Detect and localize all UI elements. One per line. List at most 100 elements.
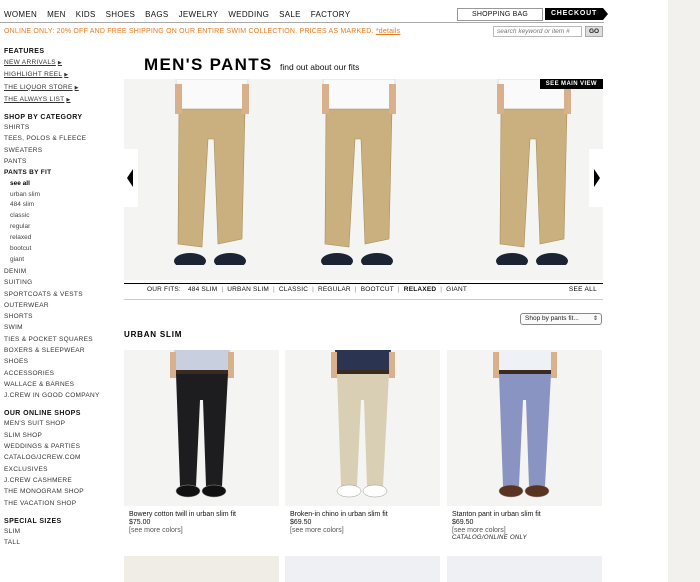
fit-bootcut[interactable]: bootcut — [4, 244, 114, 255]
hero-models-image — [174, 79, 571, 270]
feature-highlight-reel[interactable]: HIGHLIGHT REEL ▶ — [4, 69, 114, 81]
fit-urban-slim[interactable]: urban slim — [4, 190, 114, 201]
product-model-figure — [170, 350, 234, 498]
carousel-next-arrow-icon[interactable] — [589, 149, 603, 207]
see-more-colors-link[interactable]: [see more colors] — [124, 527, 279, 534]
page: WOMEN MEN KIDS SHOES BAGS JEWELRY WEDDIN… — [0, 0, 668, 582]
shop-suit[interactable]: MEN'S SUIT SHOP — [4, 418, 114, 429]
fit-see-all[interactable]: see all — [4, 179, 114, 190]
product-name[interactable]: Bowery cotton twill in urban slim fit — [124, 511, 279, 518]
cat-outerwear[interactable]: OUTERWEAR — [4, 300, 114, 311]
cat-shirts[interactable]: SHIRTS — [4, 122, 114, 133]
feature-new-arrivals[interactable]: NEW ARRIVALS ▶ — [4, 57, 114, 69]
shop-by-fit-select[interactable]: Shop by pants fit... ⇕ — [520, 313, 602, 325]
product-model-figure — [331, 350, 395, 498]
cat-swim[interactable]: SWIM — [4, 322, 114, 333]
next-row-product-image[interactable] — [447, 556, 602, 582]
cat-ties[interactable]: TIES & POCKET SQUARES — [4, 334, 114, 345]
see-more-colors-link[interactable]: [see more colors] — [447, 527, 602, 534]
cat-sportcoats[interactable]: SPORTCOATS & VESTS — [4, 289, 114, 300]
top-nav: WOMEN MEN KIDS SHOES BAGS JEWELRY WEDDIN… — [0, 0, 668, 22]
product-card[interactable]: Broken-in chino in urban slim fit $69.50… — [285, 350, 440, 534]
cat-in-good-company[interactable]: J.CREW IN GOOD COMPANY — [4, 390, 114, 401]
category-heading: SHOP BY CATEGORY — [4, 114, 83, 122]
pants-by-fit-heading: PANTS BY FIT — [4, 169, 52, 177]
fit-link-bootcut[interactable]: BOOTCUT — [361, 286, 394, 293]
cat-sweaters[interactable]: SWEATERS — [4, 145, 114, 156]
shop-catalog[interactable]: CATALOG/JCREW.COM — [4, 452, 114, 463]
see-all-link[interactable]: SEE ALL — [569, 286, 597, 293]
fits-bar: OUR FITS: 484 SLIM | URBAN SLIM | CLASSIC |… — [124, 283, 603, 295]
nav-kids[interactable]: KIDS — [76, 10, 96, 19]
shop-exclusives[interactable]: EXCLUSIVES — [4, 464, 114, 475]
cat-accessories[interactable]: ACCESSORIES — [4, 368, 114, 379]
feature-liquor-store[interactable]: THE LIQUOR STORE ▶ — [4, 82, 114, 94]
product-image[interactable] — [124, 350, 279, 506]
section-title: URBAN SLIM — [124, 330, 183, 339]
product-image[interactable] — [285, 350, 440, 506]
cat-wallace-barnes[interactable]: WALLACE & BARNES — [4, 379, 114, 390]
product-price: $69.50 — [290, 519, 312, 526]
fit-link-classic[interactable]: CLASSIC — [279, 286, 308, 293]
fit-link-relaxed[interactable]: RELAXED — [404, 286, 436, 293]
nav-bags[interactable]: BAGS — [145, 10, 168, 19]
nav-shoes[interactable]: SHOES — [106, 10, 136, 19]
cat-tees[interactable]: TEES, POLOS & FLEECE — [4, 133, 114, 144]
product-name[interactable]: Broken-in chino in urban slim fit — [285, 511, 440, 518]
product-card[interactable]: Stanton pant in urban slim fit $69.50 [s… — [447, 350, 602, 541]
arrow-right-icon: ▶ — [66, 96, 71, 103]
promo-details-link[interactable]: *details — [376, 28, 401, 35]
nav-women[interactable]: WOMEN — [4, 10, 37, 19]
fit-link-urban-slim[interactable]: URBAN SLIM — [227, 286, 269, 293]
cat-boxers[interactable]: BOXERS & SLEEPWEAR — [4, 345, 114, 356]
cat-suiting[interactable]: SUITING — [4, 277, 114, 288]
shopping-bag-button[interactable]: SHOPPING BAG — [457, 8, 543, 21]
cat-shorts[interactable]: SHORTS — [4, 311, 114, 322]
size-tall[interactable]: TALL — [4, 537, 114, 548]
nav-jewelry[interactable]: JEWELRY — [179, 10, 219, 19]
search-go-button[interactable]: GO — [585, 26, 603, 37]
fit-link-giant[interactable]: GIANT — [446, 286, 467, 293]
shop-vacation[interactable]: THE VACATION SHOP — [4, 498, 114, 509]
arrow-right-icon: ▶ — [64, 72, 69, 79]
nav-wedding[interactable]: WEDDING — [228, 10, 269, 19]
hero-model-figure — [496, 79, 571, 270]
see-main-view-button[interactable]: SEE MAIN VIEW — [539, 79, 603, 89]
fit-classic[interactable]: classic — [4, 211, 114, 222]
product-price: $69.50 — [452, 519, 474, 526]
features-heading: FEATURES — [4, 48, 45, 55]
checkout-button[interactable]: CHECKOUT — [545, 8, 608, 20]
product-image[interactable] — [447, 350, 602, 506]
see-more-colors-link[interactable]: [see more colors] — [285, 527, 440, 534]
product-name[interactable]: Stanton pant in urban slim fit — [447, 511, 602, 518]
cat-denim[interactable]: DENIM — [4, 266, 114, 277]
shop-weddings[interactable]: WEDDINGS & PARTIES — [4, 441, 114, 452]
search-input[interactable]: search keyword or item # — [493, 26, 582, 37]
promo-text: ONLINE ONLY: 20% OFF AND FREE SHIPPING O… — [4, 28, 374, 35]
cat-pants[interactable]: PANTS — [4, 156, 114, 167]
fit-484-slim[interactable]: 484 slim — [4, 200, 114, 211]
category-nav: WOMEN MEN KIDS SHOES BAGS JEWELRY WEDDIN… — [4, 10, 360, 19]
next-row-product-image[interactable] — [285, 556, 440, 582]
shop-monogram[interactable]: THE MONOGRAM SHOP — [4, 486, 114, 497]
promo-banner: ONLINE ONLY: 20% OFF AND FREE SHIPPING O… — [4, 28, 400, 35]
fit-relaxed[interactable]: relaxed — [4, 233, 114, 244]
fit-giant[interactable]: giant — [4, 255, 114, 266]
select-updown-icon: ⇕ — [592, 316, 598, 322]
carousel-prev-arrow-icon[interactable] — [124, 149, 138, 207]
shop-cashmere[interactable]: J.CREW CASHMERE — [4, 475, 114, 486]
nav-sale[interactable]: SALE — [279, 10, 301, 19]
fit-link-484-slim[interactable]: 484 SLIM — [188, 286, 217, 293]
feature-always-list[interactable]: THE ALWAYS LIST ▶ — [4, 94, 114, 106]
hero-model-figure — [321, 79, 396, 270]
nav-factory[interactable]: FACTORY — [311, 10, 351, 19]
cat-shoes[interactable]: SHOES — [4, 356, 114, 367]
fit-link-regular[interactable]: REGULAR — [318, 286, 351, 293]
nav-men[interactable]: MEN — [47, 10, 66, 19]
size-slim[interactable]: SLIM — [4, 526, 114, 537]
product-card[interactable]: Bowery cotton twill in urban slim fit $7… — [124, 350, 279, 534]
shop-slim[interactable]: SLIM SHOP — [4, 430, 114, 441]
fit-regular[interactable]: regular — [4, 222, 114, 233]
fits-subtitle-link[interactable]: find out about our fits — [280, 62, 359, 72]
next-row-product-image[interactable] — [124, 556, 279, 582]
